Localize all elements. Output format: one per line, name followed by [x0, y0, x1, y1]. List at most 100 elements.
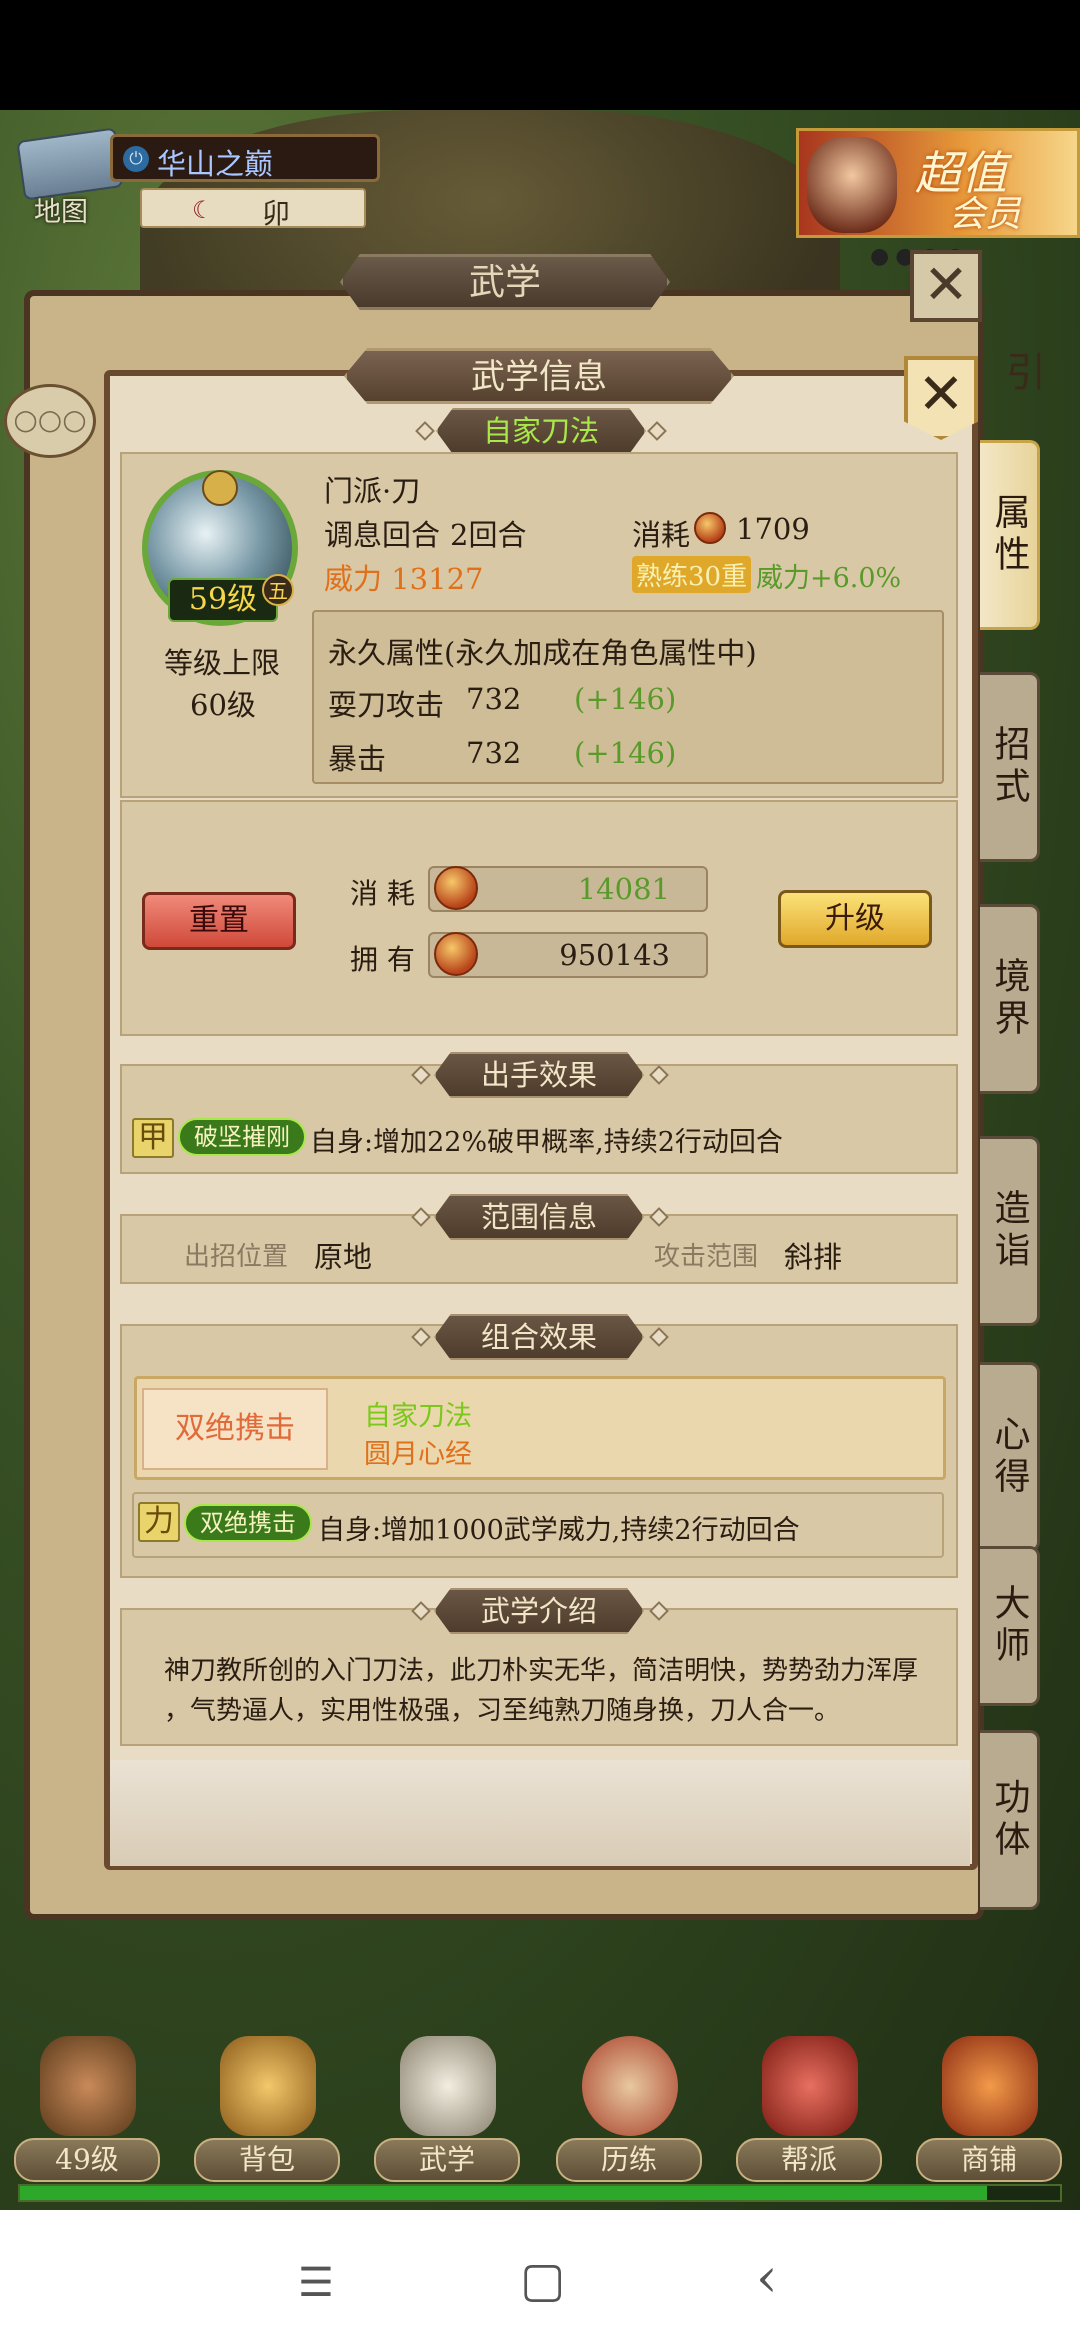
- time-value: 卯: [262, 197, 291, 230]
- skill-tier-badge: 五: [262, 574, 294, 606]
- combo-badge: 双绝携击: [142, 1388, 328, 1470]
- tab-attributes[interactable]: 属性: [980, 440, 1040, 630]
- owned-label: 拥 有: [350, 943, 415, 976]
- nav-martial-arts[interactable]: 武学: [370, 2030, 520, 2200]
- effect-title: 出手效果: [434, 1052, 644, 1098]
- effect-name-pill: 破坚摧刚: [178, 1118, 306, 1156]
- currency-icon: [434, 932, 478, 976]
- home-icon[interactable]: ▢: [520, 2252, 565, 2308]
- nav-label: 商铺: [916, 2138, 1062, 2182]
- effect-tag: 甲: [132, 1118, 174, 1158]
- bag-icon: [220, 2036, 316, 2136]
- nav-label: 武学: [374, 2138, 520, 2182]
- banner-icon: [762, 2036, 858, 2136]
- school-title: 自家刀法: [436, 408, 646, 454]
- nav-label: 49级: [14, 2138, 160, 2182]
- attr-bonus: (+146): [574, 682, 677, 716]
- position-label: 出招位置: [184, 1242, 289, 1272]
- skill-level-badge: 59级: [168, 578, 278, 622]
- location-name: 华山之巅: [157, 147, 274, 181]
- bottom-nav: 49级 背包 武学 历练 帮派 商铺: [0, 2030, 1080, 2210]
- attr-value: 732: [466, 682, 522, 716]
- tab-master[interactable]: 大师: [980, 1546, 1040, 1706]
- nav-label: 历练: [556, 2138, 702, 2182]
- combo-effect-pill: 双绝携击: [184, 1504, 312, 1542]
- attr-name: 耍刀攻击: [328, 688, 445, 722]
- power-bonus: 威力+6.0%: [756, 563, 902, 594]
- upgrade-cost-label: 消 耗: [350, 877, 415, 910]
- chat-button[interactable]: ○○○: [4, 384, 96, 458]
- tab-realm[interactable]: 境界: [980, 904, 1040, 1094]
- skill-info-title: 武学信息: [344, 348, 734, 404]
- nav-label: 帮派: [736, 2138, 882, 2182]
- time-box: ☾ 卯: [140, 188, 366, 230]
- combo-title: 组合效果: [434, 1314, 644, 1360]
- vip-banner[interactable]: 超值 会员: [796, 128, 1080, 238]
- shop-icon: [942, 2036, 1038, 2136]
- combo-skill-2: 圆月心经: [364, 1439, 472, 1470]
- combo-effect-desc: 自身:增加1000武学威力,持续2行动回合: [318, 1515, 800, 1546]
- tab-moves[interactable]: 招式: [980, 672, 1040, 862]
- adjust-label: 调息回合: [324, 518, 441, 552]
- coin-icon: [694, 512, 726, 544]
- position-value: 原地: [314, 1240, 373, 1274]
- location-box: ⏻ 华山之巅: [110, 134, 380, 182]
- nav-bag[interactable]: 背包: [190, 2030, 340, 2200]
- martial-arts-panel-title: 武学: [340, 254, 670, 310]
- nav-guild[interactable]: 帮派: [732, 2030, 882, 2200]
- menu-icon[interactable]: ☰: [298, 2260, 334, 2306]
- upgrade-button[interactable]: 升级: [778, 890, 932, 948]
- intro-title: 武学介绍: [434, 1588, 644, 1634]
- attr-value: 732: [466, 736, 522, 770]
- nav-label: 背包: [194, 2138, 340, 2182]
- map-label: 地图: [34, 197, 88, 228]
- back-icon[interactable]: ‹: [756, 2246, 778, 2309]
- skill-power: 威力 13127: [324, 562, 484, 596]
- nav-character[interactable]: 49级: [10, 2030, 160, 2200]
- side-guide-label: 引: [1006, 350, 1046, 396]
- tab-insight[interactable]: 心得: [980, 1362, 1040, 1552]
- reset-button[interactable]: 重置: [142, 892, 296, 950]
- vip-character-portrait: [807, 137, 897, 233]
- attr-name: 暴击: [328, 742, 387, 776]
- cost-value: 1709: [736, 512, 810, 546]
- upgrade-cost-value: 14081: [577, 872, 670, 906]
- system-nav-bar: ☰ ▢ ‹: [0, 2210, 1080, 2340]
- map-widget[interactable]: 地图 ⏻ 华山之巅 ☾ 卯: [16, 127, 380, 230]
- intro-line-2: ，气势逼人，实用性极强，习至纯熟刀随身换，刀人合一。: [164, 1696, 841, 1726]
- panel-close-button[interactable]: ✕: [910, 250, 982, 322]
- location-pin-icon: ⏻: [123, 146, 149, 172]
- currency-icon: [434, 866, 478, 910]
- level-cap-value: 60级: [190, 688, 256, 722]
- drum-icon: [582, 2036, 678, 2136]
- combo-effect-tag: 力: [138, 1502, 180, 1542]
- combo-skill-1: 自家刀法: [364, 1401, 472, 1432]
- effect-desc: 自身:增加22%破甲概率,持续2行动回合: [310, 1127, 783, 1158]
- cost-label: 消耗: [632, 518, 691, 552]
- cost-bar: 14081: [428, 866, 708, 912]
- owned-value: 950143: [559, 938, 670, 972]
- owned-bar: 950143: [428, 932, 708, 978]
- permanent-title: 永久属性(永久加成在角色属性中): [328, 636, 757, 670]
- modal-paper-bottom: [110, 1760, 970, 1866]
- status-bar: [0, 0, 1080, 110]
- emblem-ornament-icon: [202, 470, 238, 506]
- adjust-value: 2回合: [450, 518, 527, 552]
- proficiency-badge: 熟练30重: [632, 556, 752, 593]
- range-title: 范围信息: [434, 1194, 644, 1240]
- nav-shop[interactable]: 商铺: [912, 2030, 1062, 2200]
- experience-bar: [18, 2184, 1062, 2202]
- nav-training[interactable]: 历练: [552, 2030, 702, 2200]
- moon-icon: ☾: [192, 196, 214, 224]
- scroll-icon: [400, 2036, 496, 2136]
- tab-attainment[interactable]: 造诣: [980, 1136, 1040, 1326]
- tab-body-art[interactable]: 功体: [980, 1730, 1040, 1910]
- attr-bonus: (+146): [574, 736, 677, 770]
- level-cap-label: 等级上限: [164, 646, 281, 680]
- attack-range-value: 斜排: [784, 1240, 843, 1274]
- vip-subtitle: 会员: [949, 194, 1022, 235]
- experience-fill: [20, 2186, 988, 2200]
- character-icon: [40, 2036, 136, 2136]
- attack-range-label: 攻击范围: [654, 1242, 759, 1272]
- intro-line-1: 神刀教所创的入门刀法，此刀朴实无华，简洁明快，势势劲力浑厚: [164, 1656, 919, 1686]
